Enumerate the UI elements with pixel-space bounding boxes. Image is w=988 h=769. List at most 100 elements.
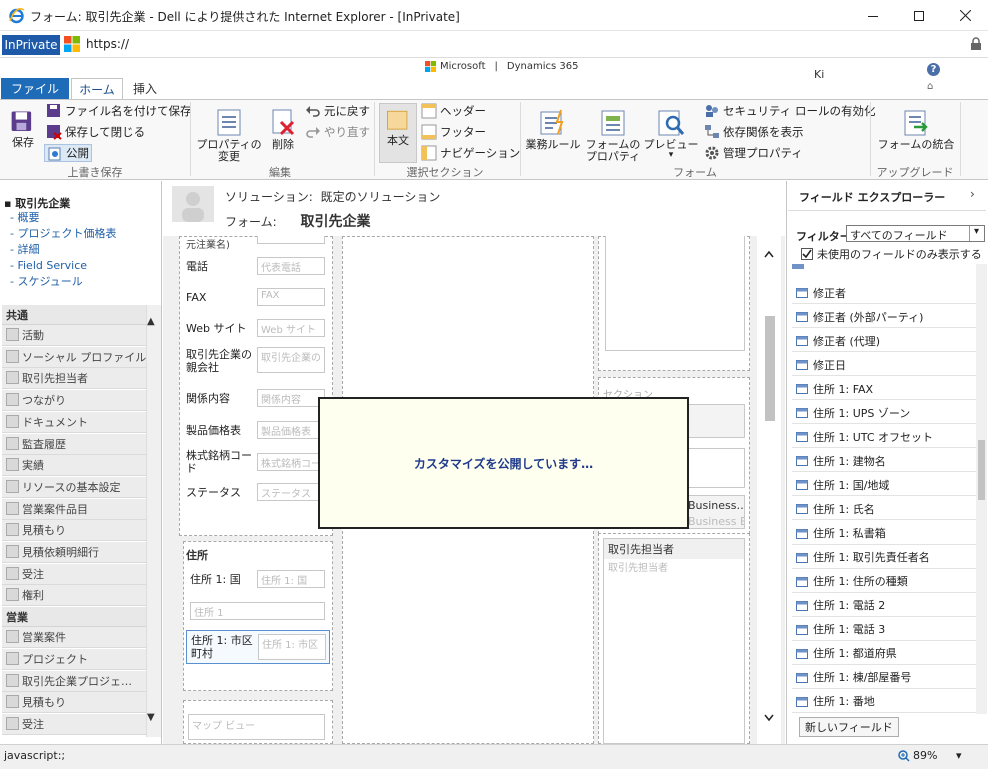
tab-home[interactable]: ホーム — [71, 78, 123, 99]
form-field[interactable]: 取引先企業の親会社 取引先企業の — [186, 342, 330, 380]
nav-link[interactable]: - 詳細 — [10, 242, 116, 258]
user-initials[interactable]: Ki — [814, 68, 824, 81]
field-explorer-item[interactable]: 住所 1: 住所の種類 — [792, 571, 976, 593]
field-explorer-item[interactable]: 住所 1: 私書箱 — [792, 523, 976, 545]
field-explorer-item[interactable]: 住所 1: 氏名 — [792, 498, 976, 521]
nav-group-header[interactable]: 営業 — [2, 607, 146, 628]
scroll-up-icon[interactable] — [764, 250, 774, 258]
field-explorer-item[interactable]: 住所 1: 建物名 — [792, 450, 976, 473]
form-field[interactable]: ステータス ステータス — [186, 478, 330, 506]
nav-link[interactable]: - 概要 — [10, 210, 116, 226]
field-explorer-item[interactable]: 住所 1: 番地 — [792, 691, 976, 713]
save-close-button[interactable]: 保存して閉じる — [46, 123, 145, 141]
nav-item[interactable]: 取引先担当者 — [2, 368, 146, 390]
close-button[interactable] — [942, 0, 988, 31]
nav-item[interactable]: 権利 — [2, 585, 146, 607]
nav-scroll-up-icon[interactable]: ▲ — [147, 316, 155, 327]
header-button[interactable]: ヘッダー — [421, 102, 486, 120]
nav-item[interactable]: 実績 — [2, 455, 146, 477]
preview-button[interactable]: プレビュー ▾ — [643, 108, 699, 160]
nav-item[interactable]: 取引先企業プロジェ… — [2, 670, 146, 692]
form-field-input[interactable]: 取引先企業の — [257, 347, 325, 373]
url-field[interactable]: https:// — [86, 37, 129, 51]
form-field[interactable]: 関係内容 関係内容 — [186, 384, 330, 412]
show-dependencies-button[interactable]: 依存関係を表示 — [704, 123, 804, 141]
unused-only-checkbox[interactable]: 未使用のフィールドのみ表示する — [801, 246, 982, 262]
managed-properties-button[interactable]: 管理プロパティ — [704, 144, 803, 162]
field-explorer-collapse-icon[interactable]: › — [970, 187, 975, 201]
field-explorer-item[interactable]: 修正者 (代理) — [792, 330, 976, 353]
field-explorer-item[interactable]: 修正日 — [792, 354, 976, 377]
new-field-button[interactable]: 新しいフィールド — [799, 717, 899, 737]
form-field-input[interactable]: ステータス — [257, 483, 325, 501]
navigation-button[interactable]: ナビゲーション — [421, 144, 520, 162]
field-explorer-item[interactable]: 住所 1: 電話 3 — [792, 619, 976, 641]
nav-item[interactable]: ソーシャル プロファイル — [2, 346, 146, 368]
nav-link[interactable]: - スケジュール — [10, 274, 116, 290]
form-field[interactable]: FAX FAX — [186, 283, 330, 311]
nav-item[interactable]: 見積もり — [2, 692, 146, 714]
nav-item[interactable]: 見積もり — [2, 520, 146, 542]
delete-button[interactable]: 削除 — [266, 108, 300, 151]
field-explorer-item[interactable]: 住所 1: UTC オフセット — [792, 426, 976, 449]
save-as-button[interactable]: ファイル名を付けて保存 — [46, 102, 192, 120]
form-field-input[interactable]: 関係内容 — [257, 389, 325, 407]
merge-forms-button[interactable]: フォームの統合 — [876, 108, 956, 151]
maximize-button[interactable] — [896, 0, 942, 31]
address-field[interactable]: 住所 1 — [186, 597, 330, 625]
enable-security-button[interactable]: セキュリティ ロールの有効化 — [704, 102, 875, 120]
redo-button[interactable]: やり直す — [305, 123, 370, 141]
collapse-ribbon-icon[interactable]: ⌂ — [927, 81, 933, 92]
address-field[interactable]: 住所 1: 市区町村 住所 1: 市区 — [186, 630, 330, 664]
form-field[interactable]: 株式銘柄コード 株式銘柄コー — [186, 448, 330, 476]
field-explorer-item[interactable]: 住所 1: UPS ゾーン — [792, 402, 976, 425]
address-field-input[interactable]: 住所 1 — [190, 602, 325, 620]
undo-button[interactable]: 元に戻す — [305, 102, 370, 120]
nav-item[interactable]: 活動 — [2, 325, 146, 346]
field-explorer-item[interactable]: 住所 1: 棟/部屋番号 — [792, 667, 976, 689]
filter-select[interactable]: すべてのフィールド ▾ — [846, 225, 985, 242]
nav-item[interactable]: 受注 — [2, 563, 146, 585]
form-field-input[interactable]: 製品価格表 — [257, 421, 325, 439]
nav-item[interactable]: 営業案件品目 — [2, 498, 146, 520]
field-explorer-item[interactable]: 住所 1: 電話 2 — [792, 595, 976, 617]
nav-item[interactable]: 見積依頼明細行 — [2, 542, 146, 563]
form-properties-button[interactable]: フォームの プロパティ — [584, 108, 642, 163]
field-explorer-item[interactable]: 修正者 (外部パーティ) — [792, 306, 976, 329]
tab-file[interactable]: ファイル — [1, 78, 69, 99]
nav-item[interactable]: ドキュメント — [2, 411, 146, 433]
minimize-button[interactable] — [850, 0, 896, 31]
contacts-subgrid[interactable]: 取引先担当者 取引先担当者 — [603, 538, 745, 744]
address-field-input[interactable]: 住所 1: 国 — [257, 570, 325, 588]
change-properties-button[interactable]: プロパティの 変更 — [194, 108, 264, 163]
scroll-down-icon[interactable] — [764, 714, 774, 722]
field-explorer-item[interactable]: 住所 1: 都道府県 — [792, 643, 976, 665]
form-field-input[interactable]: Web サイト — [257, 319, 325, 337]
form-field[interactable]: Web サイト Web サイト — [186, 314, 330, 342]
nav-link[interactable]: - プロジェクト価格表 — [10, 226, 116, 242]
field-explorer-item[interactable]: 住所 1: 取引先責任者名 — [792, 547, 976, 569]
zoom-control[interactable]: 89% — [898, 749, 937, 762]
nav-link[interactable]: - Field Service — [10, 258, 116, 274]
nav-item[interactable]: つながり — [2, 390, 146, 412]
publish-button[interactable]: 公開 — [44, 144, 92, 162]
nav-item[interactable]: 監査履歴 — [2, 433, 146, 455]
field-list-scroll-thumb[interactable] — [978, 440, 985, 500]
form-field-input[interactable]: 代表電話 — [257, 257, 325, 275]
form-field-input[interactable]: FAX — [257, 288, 325, 306]
nav-item[interactable]: 受注 — [2, 713, 146, 735]
form-field[interactable]: 製品価格表 製品価格表 — [186, 416, 330, 444]
map-placeholder[interactable]: マップ ビュー — [188, 714, 325, 740]
tab-insert[interactable]: 挿入 — [125, 78, 165, 99]
footer-button[interactable]: フッター — [421, 123, 486, 141]
canvas-scrollbar[interactable] — [757, 236, 781, 744]
save-button[interactable]: 保存 — [6, 108, 40, 149]
business-rules-button[interactable]: 業務ルール — [524, 108, 582, 151]
address-field[interactable]: 住所 1: 国 住所 1: 国 — [186, 565, 330, 593]
field-explorer-item[interactable]: 修正者 — [792, 282, 976, 304]
field-explorer-item[interactable]: 住所 1: 国/地域 — [792, 474, 976, 497]
nav-item[interactable]: プロジェクト — [2, 648, 146, 670]
form-field-input[interactable]: 株式銘柄コー — [257, 453, 325, 471]
form-field[interactable]: 電話 代表電話 — [186, 252, 330, 280]
field-list-scrollbar[interactable] — [976, 264, 987, 714]
